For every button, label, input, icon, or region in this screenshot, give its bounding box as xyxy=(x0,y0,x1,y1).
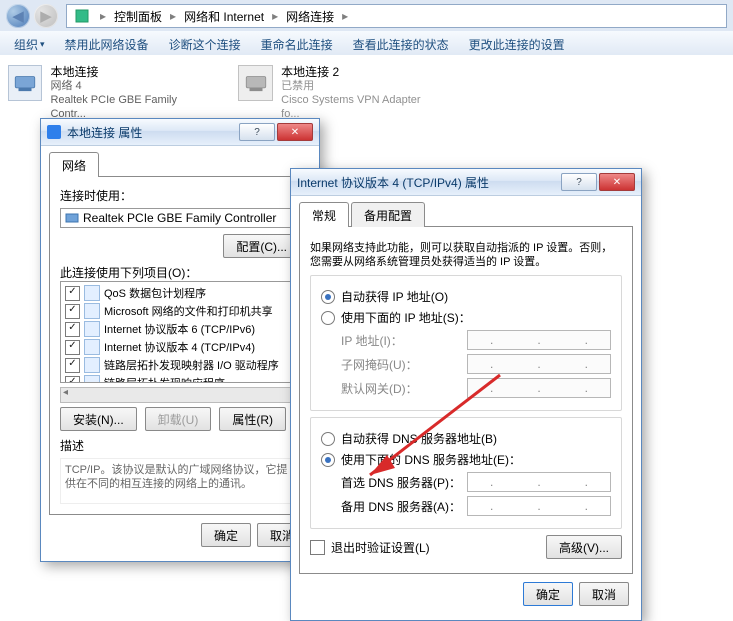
nav-back-button[interactable]: ◀ xyxy=(6,4,30,28)
component-icon xyxy=(84,321,100,337)
connection-driver: Cisco Systems VPN Adapter fo... xyxy=(281,93,438,121)
dns1-field[interactable]: ... xyxy=(467,472,611,492)
connection-properties-dialog: 本地连接 属性 ? ✕ 网络 连接时使用： Realtek PCIe GBE F… xyxy=(40,118,320,562)
network-icon xyxy=(47,125,61,139)
radio-use-ip[interactable] xyxy=(321,311,335,325)
breadcrumb-sep: ▸ xyxy=(98,9,108,23)
breadcrumb-root[interactable] xyxy=(71,5,96,27)
network-adapter-icon xyxy=(8,65,42,101)
configure-button[interactable]: 配置(C)... xyxy=(223,234,300,258)
checkbox[interactable] xyxy=(65,340,80,355)
label-dns1: 首选 DNS 服务器(P)： xyxy=(341,474,461,491)
component-icon xyxy=(84,339,100,355)
connection-title: 本地连接 xyxy=(50,65,208,79)
connection-driver: Realtek PCIe GBE Family Contr... xyxy=(50,93,208,121)
network-adapter-icon xyxy=(238,65,273,101)
cmd-rename[interactable]: 重命名此连接 xyxy=(255,33,339,56)
control-panel-icon xyxy=(75,9,89,23)
description-label: 描述 xyxy=(60,437,300,454)
component-icon xyxy=(84,303,100,319)
list-item[interactable]: 链路层拓扑发现映射器 I/O 驱动程序 xyxy=(63,356,297,374)
checkbox[interactable] xyxy=(65,286,80,301)
label-use-ip: 使用下面的 IP 地址(S)： xyxy=(341,309,471,326)
cmd-organize[interactable]: 组织▾ xyxy=(8,33,51,56)
component-icon xyxy=(84,285,100,301)
dialog-title: 本地连接 属性 xyxy=(67,124,237,141)
ok-button[interactable]: 确定 xyxy=(523,582,573,606)
connection-subtitle: 网络 4 xyxy=(50,79,208,93)
cancel-button[interactable]: 取消 xyxy=(579,582,629,606)
radio-auto-dns[interactable] xyxy=(321,432,335,446)
checkbox[interactable] xyxy=(65,376,80,384)
tabstrip: 常规 备用配置 xyxy=(299,202,633,227)
intro-text: 如果网络支持此功能，则可以获取自动指派的 IP 设置。否则，您需要从网络系统管理… xyxy=(310,241,622,269)
description-text: TCP/IP。该协议是默认的广域网络协议，它提供在不同的相互连接的网络上的通讯。 xyxy=(60,458,300,504)
ok-button[interactable]: 确定 xyxy=(201,523,251,547)
cmd-change[interactable]: 更改此连接的设置 xyxy=(463,33,571,56)
connection-item[interactable]: 本地连接 2 已禁用 Cisco Systems VPN Adapter fo.… xyxy=(238,65,438,121)
mask-field: ... xyxy=(467,354,611,374)
advanced-button[interactable]: 高级(V)... xyxy=(546,535,622,559)
breadcrumb-bar[interactable]: ▸ 控制面板 ▸ 网络和 Internet ▸ 网络连接 ▸ xyxy=(66,4,727,28)
label-auto-ip: 自动获得 IP 地址(O) xyxy=(341,288,448,305)
chevron-down-icon: ▾ xyxy=(40,39,45,50)
tab-network[interactable]: 网络 xyxy=(49,152,99,177)
ip-field: ... xyxy=(467,330,611,350)
gateway-field: ... xyxy=(467,378,611,398)
label-gw: 默认网关(D)： xyxy=(341,380,461,397)
horizontal-scrollbar[interactable] xyxy=(60,387,300,403)
close-button[interactable]: ✕ xyxy=(599,173,635,191)
dialog-title: Internet 协议版本 4 (TCP/IPv4) 属性 xyxy=(297,174,559,191)
tab-general[interactable]: 常规 xyxy=(299,202,349,227)
label-mask: 子网掩码(U)： xyxy=(341,356,461,373)
help-button[interactable]: ? xyxy=(561,173,597,191)
tab-alt[interactable]: 备用配置 xyxy=(351,202,425,227)
list-item[interactable]: Internet 协议版本 4 (TCP/IPv4) xyxy=(63,338,297,356)
close-button[interactable]: ✕ xyxy=(277,123,313,141)
ipv4-properties-dialog: Internet 协议版本 4 (TCP/IPv4) 属性 ? ✕ 常规 备用配… xyxy=(290,168,642,621)
label-validate: 退出时验证设置(L) xyxy=(331,539,430,556)
breadcrumb-item[interactable]: 控制面板 xyxy=(110,5,166,27)
validate-checkbox[interactable] xyxy=(310,540,325,555)
component-icon xyxy=(84,357,100,373)
checkbox[interactable] xyxy=(65,322,80,337)
label-dns2: 备用 DNS 服务器(A)： xyxy=(341,498,461,515)
breadcrumb-item[interactable]: 网络连接 xyxy=(282,5,338,27)
tabstrip: 网络 xyxy=(49,152,311,177)
label-ip: IP 地址(I)： xyxy=(341,332,461,349)
nic-name: Realtek PCIe GBE Family Controller xyxy=(60,208,300,228)
label-connect-using: 连接时使用： xyxy=(60,187,300,204)
uninstall-button: 卸载(U) xyxy=(145,407,212,431)
ip-group: 自动获得 IP 地址(O) 使用下面的 IP 地址(S)： IP 地址(I)：.… xyxy=(310,275,622,411)
cmd-status[interactable]: 查看此连接的状态 xyxy=(347,33,455,56)
dns-group: 自动获得 DNS 服务器地址(B) 使用下面的 DNS 服务器地址(E)： 首选… xyxy=(310,417,622,529)
adapter-icon xyxy=(65,211,79,225)
components-listbox[interactable]: QoS 数据包计划程序 Microsoft 网络的文件和打印机共享 Intern… xyxy=(60,281,300,383)
checkbox[interactable] xyxy=(65,304,80,319)
properties-button[interactable]: 属性(R) xyxy=(219,407,286,431)
help-button[interactable]: ? xyxy=(239,123,275,141)
connection-subtitle: 已禁用 xyxy=(281,79,438,93)
cmd-disable[interactable]: 禁用此网络设备 xyxy=(59,33,155,56)
breadcrumb-item[interactable]: 网络和 Internet xyxy=(180,5,268,27)
list-item[interactable]: 链路层拓扑发现响应程序 xyxy=(63,374,297,383)
install-button[interactable]: 安装(N)... xyxy=(60,407,137,431)
component-icon xyxy=(84,375,100,383)
connection-title: 本地连接 2 xyxy=(281,65,438,79)
list-item[interactable]: Internet 协议版本 6 (TCP/IPv6) xyxy=(63,320,297,338)
list-item[interactable]: Microsoft 网络的文件和打印机共享 xyxy=(63,302,297,320)
dns2-field[interactable]: ... xyxy=(467,496,611,516)
nav-forward-button[interactable]: ▶ xyxy=(34,4,58,28)
radio-auto-ip[interactable] xyxy=(321,290,335,304)
list-item[interactable]: QoS 数据包计划程序 xyxy=(63,284,297,302)
label-items: 此连接使用下列项目(O)： xyxy=(60,264,300,281)
radio-use-dns[interactable] xyxy=(321,453,335,467)
cmd-diagnose[interactable]: 诊断这个连接 xyxy=(163,33,247,56)
explorer-chrome: ◀ ▶ ▸ 控制面板 ▸ 网络和 Internet ▸ 网络连接 ▸ 组织▾ 禁… xyxy=(0,0,733,55)
connection-item[interactable]: 本地连接 网络 4 Realtek PCIe GBE Family Contr.… xyxy=(8,65,208,121)
checkbox[interactable] xyxy=(65,358,80,373)
label-use-dns: 使用下面的 DNS 服务器地址(E)： xyxy=(341,451,521,468)
label-auto-dns: 自动获得 DNS 服务器地址(B) xyxy=(341,430,497,447)
command-bar: 组织▾ 禁用此网络设备 诊断这个连接 重命名此连接 查看此连接的状态 更改此连接… xyxy=(0,31,733,58)
